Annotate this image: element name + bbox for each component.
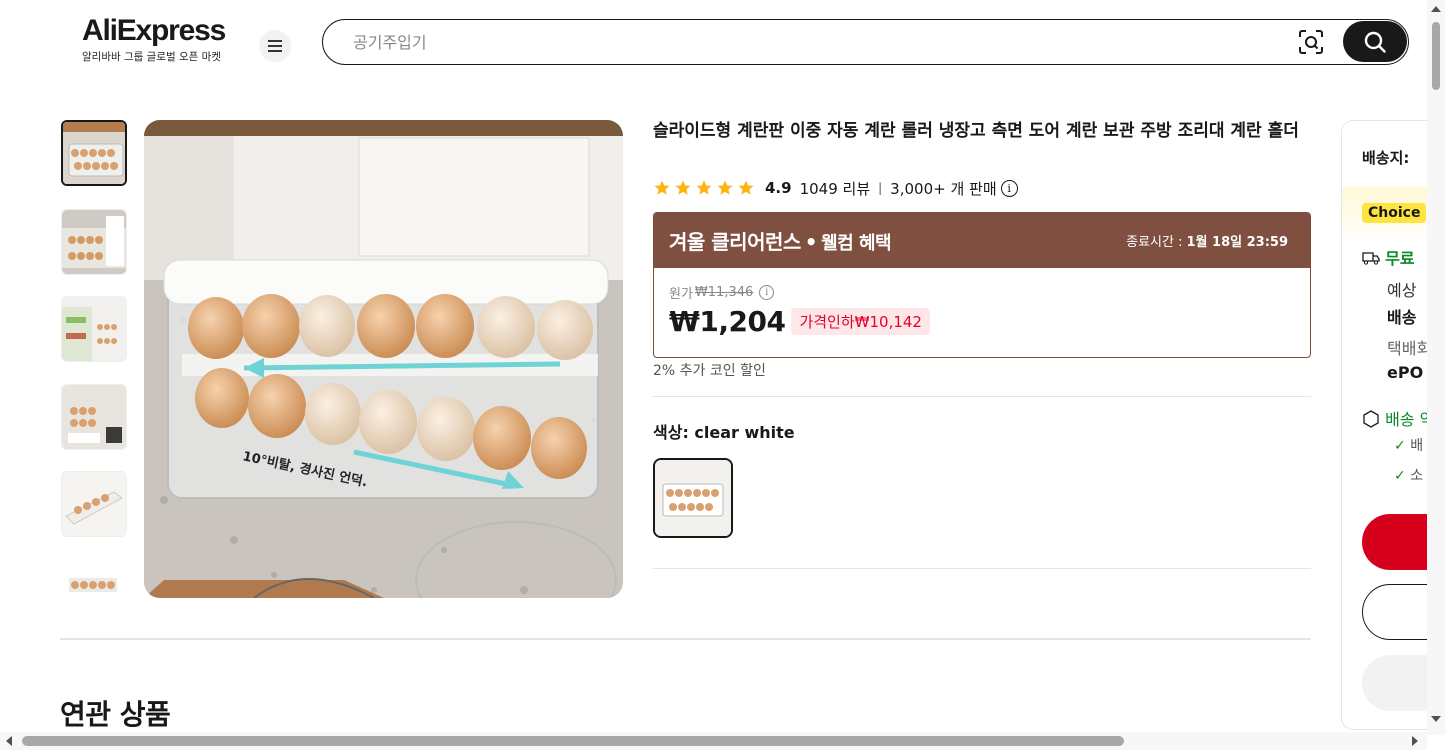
deadline-value: 1월 18일 23:59 <box>1186 235 1289 250</box>
main-product-image[interactable]: 10°비탈, 경사진 언덕. <box>144 120 623 598</box>
delivery-guarantee-row[interactable]: 배송 약 <box>1362 406 1434 430</box>
rating-row: 4.9 1049 리뷰 | 3,000+ 개 판매 i <box>653 176 1018 200</box>
check-icon: ✓ <box>1394 438 1406 454</box>
vertical-scrollbar[interactable] <box>1427 0 1445 735</box>
promo-event-name: 겨울 클리어런스 <box>669 230 801 254</box>
deadline-label: 종료시간 : <box>1126 235 1183 250</box>
thumbnail-list <box>60 120 128 598</box>
logo-tagline: 알리바바 그룹 글로벌 오픈 마켓 <box>82 51 221 63</box>
search-input[interactable] <box>353 28 1253 56</box>
promo-title: 겨울 클리어런스 • 웰컴 혜택 <box>669 226 892 255</box>
guarantee-item-text: 배 <box>1410 438 1424 454</box>
thumbnail-5[interactable] <box>61 471 127 537</box>
image-search-button[interactable] <box>1298 29 1324 55</box>
product-page: AliExpress 알리바바 그룹 글로벌 오픈 마켓 공기주입기 10°비탈… <box>0 0 1445 750</box>
search-icon <box>1364 31 1386 53</box>
courier-label: 택배회 <box>1387 339 1432 358</box>
related-products-heading: 연관 상품 <box>60 698 171 731</box>
ship-to-label[interactable]: 배송지: <box>1362 147 1409 168</box>
camera-scan-icon <box>1299 30 1323 54</box>
horizontal-scroll-thumb[interactable] <box>22 736 1124 746</box>
horizontal-scrollbar[interactable] <box>0 732 1427 750</box>
coin-discount-note: 2% 추가 코인 할인 <box>653 363 766 379</box>
free-shipping-text: 무료 <box>1385 249 1415 268</box>
thumbnail-1[interactable] <box>61 120 127 186</box>
star-icon <box>696 180 712 195</box>
thumbnail-3[interactable] <box>61 296 127 362</box>
star-icon <box>654 180 670 195</box>
scroll-up-arrow-icon[interactable] <box>1431 6 1441 12</box>
star-icon <box>717 180 733 195</box>
promo-benefit: 웰컴 혜택 <box>821 233 892 254</box>
info-icon[interactable]: i <box>1000 179 1018 197</box>
info-icon[interactable]: i <box>759 285 775 300</box>
original-price: ₩11,346 <box>694 285 754 300</box>
courier-value: ePO <box>1387 363 1424 382</box>
star-rating[interactable] <box>653 179 755 197</box>
delivery-label: 배송 <box>1387 308 1417 327</box>
thumbnail-image <box>63 122 125 184</box>
search-button[interactable] <box>1343 21 1407 62</box>
thumbnail-image <box>62 297 126 361</box>
product-title: 슬라이드형 계란판 이중 자동 계란 롤러 냉장고 측면 도어 계란 보관 주방… <box>653 121 1299 141</box>
star-icon <box>738 180 754 195</box>
thumbnail-6[interactable] <box>61 558 127 598</box>
egg-holder-photo: 10°비탈, 경사진 언덕. <box>144 120 623 598</box>
color-label: 색상: clear white <box>653 423 795 442</box>
scroll-down-arrow-icon[interactable] <box>1431 716 1441 722</box>
promo-deadline: 종료시간 :1월 18일 23:59 <box>1126 231 1288 250</box>
guarantee-item-text: 소 <box>1410 468 1424 484</box>
thumbnail-image <box>62 210 126 274</box>
guarantee-item: ✓ 소 <box>1394 465 1423 485</box>
rating-score: 4.9 <box>765 179 792 197</box>
section-divider <box>60 638 1311 640</box>
current-price: ₩1,204 <box>669 305 786 338</box>
vertical-scroll-thumb[interactable] <box>1432 22 1440 90</box>
promo-dot: • <box>804 230 818 254</box>
guarantee-item: ✓ 배 <box>1394 435 1423 455</box>
logo-wordmark: AliExpress <box>82 14 226 47</box>
thumbnail-4[interactable] <box>61 384 127 450</box>
thumbnail-image <box>62 385 126 449</box>
estimate-label: 예상 <box>1387 281 1417 300</box>
promo-banner: 겨울 클리어런스 • 웰컴 혜택 종료시간 :1월 18일 23:59 <box>654 213 1310 268</box>
thumbnail-image <box>61 558 127 598</box>
aliexpress-logo[interactable]: AliExpress 알리바바 그룹 글로벌 오픈 마켓 <box>82 14 242 64</box>
thumbnail-image <box>62 472 126 536</box>
truck-icon <box>1362 252 1380 265</box>
sold-count: 3,000+ 개 판매 <box>890 179 997 198</box>
free-shipping-row: 무료 <box>1362 245 1415 269</box>
choice-badge: Choice <box>1362 203 1427 223</box>
scroll-right-arrow-icon[interactable] <box>1412 736 1418 746</box>
promo-price-box: 겨울 클리어런스 • 웰컴 혜택 종료시간 :1월 18일 23:59 원가 ₩11… <box>653 212 1311 358</box>
color-swatch-clear-white[interactable] <box>653 458 733 538</box>
current-price-row: ₩1,204 가격인하₩10,142 <box>669 305 930 338</box>
check-icon: ✓ <box>1394 468 1406 484</box>
menu-button[interactable] <box>259 30 291 62</box>
search-bar <box>322 19 1409 65</box>
review-count-link[interactable]: 1049 리뷰 <box>800 178 871 199</box>
shield-icon <box>1363 410 1379 428</box>
divider <box>653 568 1311 569</box>
scroll-left-arrow-icon[interactable] <box>6 736 12 746</box>
separator: | <box>878 181 883 195</box>
discount-badge: 가격인하₩10,142 <box>791 308 930 335</box>
original-price-row: 원가 ₩11,346 i <box>669 283 775 302</box>
hamburger-icon <box>268 40 282 52</box>
thumbnail-2[interactable] <box>61 209 127 275</box>
divider <box>653 396 1311 397</box>
original-price-label: 원가 <box>669 287 693 302</box>
swatch-image <box>655 460 731 536</box>
star-icon <box>675 180 691 195</box>
